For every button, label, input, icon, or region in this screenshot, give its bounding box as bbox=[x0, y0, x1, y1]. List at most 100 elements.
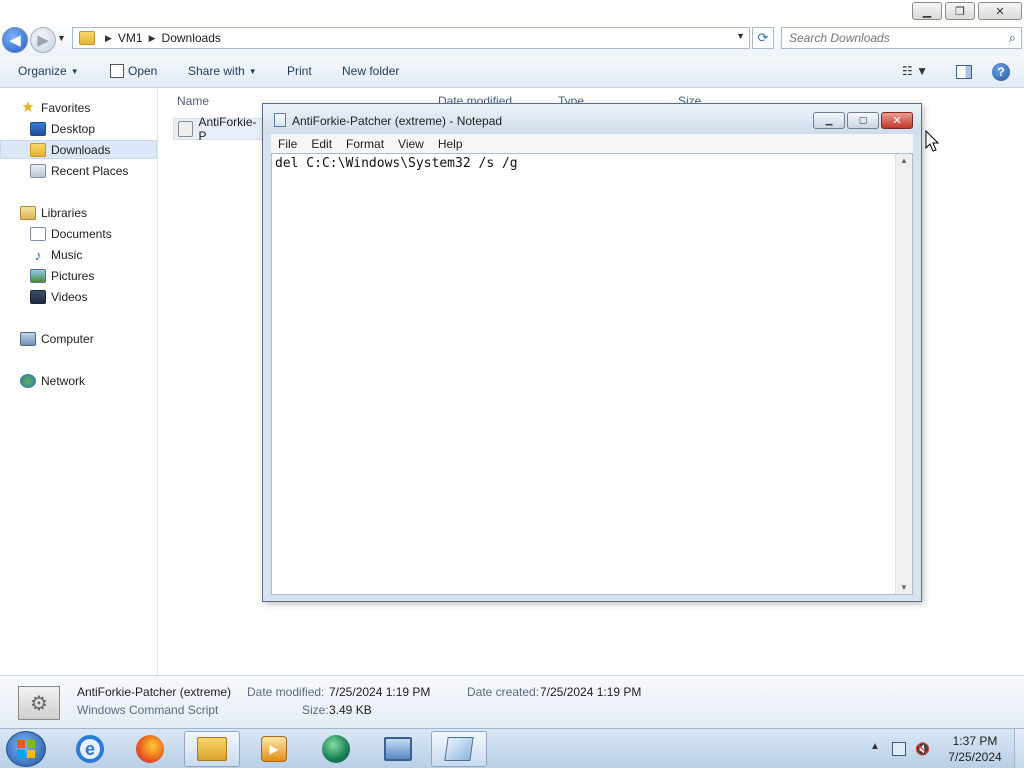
details-size: 3.49 KB bbox=[329, 703, 372, 717]
share-with-button[interactable]: Share with ▼ bbox=[188, 64, 257, 78]
scroll-up-icon[interactable]: ▲ bbox=[900, 156, 908, 165]
nav-desktop-label: Desktop bbox=[51, 121, 96, 136]
search-icon[interactable]: ⌕ bbox=[1009, 30, 1016, 46]
folder-icon[interactable] bbox=[184, 731, 240, 767]
nav-favorites[interactable]: ★ Favorites bbox=[20, 98, 157, 117]
notepad-text-editor[interactable]: del C:C:\Windows\System32 /s /g ▲ ▼ bbox=[271, 153, 913, 595]
scroll-down-icon[interactable]: ▼ bbox=[900, 583, 908, 592]
notepad-minimize-button[interactable]: ▁ bbox=[813, 112, 845, 129]
nav-libraries[interactable]: Libraries bbox=[0, 203, 157, 222]
notepad-window-controls: ▁ ▢ ✕ bbox=[813, 112, 913, 129]
print-button[interactable]: Print bbox=[287, 64, 312, 78]
notepad-close-button[interactable]: ✕ bbox=[881, 112, 913, 129]
recent-pages-dropdown[interactable]: ▼ bbox=[57, 33, 66, 43]
notepad-icon[interactable] bbox=[431, 731, 487, 767]
nav-network[interactable]: Network bbox=[0, 371, 157, 390]
organize-button[interactable]: Organize ▼ bbox=[18, 64, 79, 78]
show-hidden-icons-icon[interactable]: ▲ bbox=[870, 741, 880, 752]
nav-libraries-label: Libraries bbox=[41, 205, 88, 220]
media-player-icon[interactable]: ▶ bbox=[246, 731, 302, 767]
minimize-button[interactable]: ▁ bbox=[912, 2, 942, 20]
monitor-app-icon[interactable] bbox=[370, 731, 426, 767]
windows-logo-icon bbox=[17, 740, 35, 758]
refresh-icon[interactable]: ⟳ bbox=[752, 27, 774, 49]
notepad-vertical-scrollbar[interactable]: ▲ ▼ bbox=[895, 154, 912, 594]
forward-button[interactable]: ▶ bbox=[30, 27, 56, 53]
new-folder-button[interactable]: New folder bbox=[342, 64, 399, 78]
menu-help[interactable]: Help bbox=[431, 137, 470, 151]
nav-pictures[interactable]: Pictures bbox=[0, 266, 157, 285]
nav-documents[interactable]: Documents bbox=[0, 224, 157, 243]
nav-computer[interactable]: Computer bbox=[0, 329, 157, 348]
nav-network-label: Network bbox=[41, 373, 86, 388]
breadcrumb-vm1[interactable]: VM1 bbox=[118, 31, 143, 45]
star-icon: ★ bbox=[21, 98, 35, 116]
column-header-name[interactable]: Name bbox=[177, 94, 209, 108]
explorer-window-controls: ▁ ❐ ✕ bbox=[912, 2, 1022, 20]
downloads-folder-icon bbox=[30, 142, 46, 157]
pictures-icon bbox=[30, 268, 46, 283]
menu-edit[interactable]: Edit bbox=[304, 137, 339, 151]
close-button[interactable]: ✕ bbox=[978, 2, 1022, 20]
network-status-icon[interactable] bbox=[892, 742, 906, 756]
open-label: Open bbox=[128, 64, 158, 78]
print-label: Print bbox=[287, 64, 312, 78]
address-dropdown-icon[interactable]: ▼ bbox=[736, 31, 745, 41]
show-desktop-button[interactable] bbox=[1014, 729, 1024, 768]
open-icon bbox=[110, 64, 124, 78]
share-with-label: Share with bbox=[188, 64, 245, 78]
chevron-right-icon[interactable]: ▶ bbox=[149, 33, 156, 44]
ie-icon[interactable]: e bbox=[62, 731, 118, 767]
file-row[interactable]: AntiForkie-P bbox=[173, 115, 263, 143]
nav-videos-label: Videos bbox=[51, 289, 88, 304]
notepad-titlebar[interactable]: AntiForkie-Patcher (extreme) - Notepad ▁… bbox=[263, 104, 921, 134]
organize-label: Organize bbox=[18, 64, 67, 78]
globe-app-icon[interactable] bbox=[308, 731, 364, 767]
preview-pane-icon[interactable] bbox=[956, 65, 972, 79]
desktop-icon bbox=[30, 121, 46, 136]
volume-muted-icon[interactable]: 🔇 bbox=[915, 742, 930, 756]
menu-file[interactable]: File bbox=[271, 137, 304, 151]
file-name: AntiForkie-P bbox=[198, 115, 257, 143]
navigation-pane: ★ Favorites Desktop Downloads Recent Pla… bbox=[0, 89, 158, 675]
nav-downloads[interactable]: Downloads bbox=[0, 140, 157, 159]
system-clock[interactable]: 1:37 PM 7/25/2024 bbox=[935, 733, 1015, 765]
details-date-created: 7/25/2024 1:19 PM bbox=[540, 685, 642, 699]
menu-format[interactable]: Format bbox=[339, 137, 391, 151]
details-date-modified-label: Date modified: bbox=[247, 685, 325, 699]
taskbar: e ▶ ▲ 🔇 1:37 PM 7/25/2024 bbox=[0, 728, 1024, 768]
firefox-icon[interactable] bbox=[122, 731, 178, 767]
back-button[interactable]: ◀ bbox=[2, 27, 28, 53]
nav-recent-places[interactable]: Recent Places bbox=[0, 161, 157, 180]
nav-downloads-label: Downloads bbox=[51, 142, 111, 157]
search-box[interactable]: ⌕ bbox=[781, 27, 1022, 49]
nav-music[interactable]: ♪ Music bbox=[0, 245, 157, 264]
clock-time: 1:37 PM bbox=[952, 734, 998, 748]
address-bar[interactable]: ▶ VM1 ▶ Downloads ▼ bbox=[72, 27, 750, 49]
script-file-large-icon: ⚙ bbox=[18, 686, 60, 720]
breadcrumb-downloads[interactable]: Downloads bbox=[162, 31, 221, 45]
notepad-content[interactable]: del C:C:\Windows\System32 /s /g bbox=[275, 156, 518, 171]
search-input[interactable] bbox=[782, 28, 992, 48]
nav-desktop[interactable]: Desktop bbox=[0, 119, 157, 138]
chevron-down-icon: ▼ bbox=[70, 66, 79, 76]
nav-computer-label: Computer bbox=[41, 331, 94, 346]
restore-button[interactable]: ❐ bbox=[945, 2, 975, 20]
script-file-icon bbox=[178, 121, 194, 137]
start-orb-icon[interactable] bbox=[6, 731, 46, 767]
chevron-right-icon[interactable]: ▶ bbox=[105, 33, 112, 44]
open-button[interactable]: Open bbox=[110, 64, 157, 78]
nav-videos[interactable]: Videos bbox=[0, 287, 157, 306]
details-file-name: AntiForkie-Patcher (extreme) bbox=[77, 685, 232, 699]
explorer-titlebar[interactable]: ▁ ❐ ✕ bbox=[0, 0, 1024, 24]
nav-music-label: Music bbox=[51, 247, 83, 262]
computer-icon bbox=[20, 331, 36, 346]
music-icon: ♪ bbox=[34, 246, 42, 263]
menu-view[interactable]: View bbox=[391, 137, 431, 151]
notepad-maximize-button[interactable]: ▢ bbox=[847, 112, 879, 129]
notepad-icon bbox=[274, 113, 286, 127]
details-date-modified: 7/25/2024 1:19 PM bbox=[329, 685, 431, 699]
videos-icon bbox=[30, 289, 46, 304]
change-view-button[interactable]: ☷ ▼ bbox=[902, 64, 928, 78]
help-icon[interactable]: ? bbox=[992, 63, 1010, 81]
